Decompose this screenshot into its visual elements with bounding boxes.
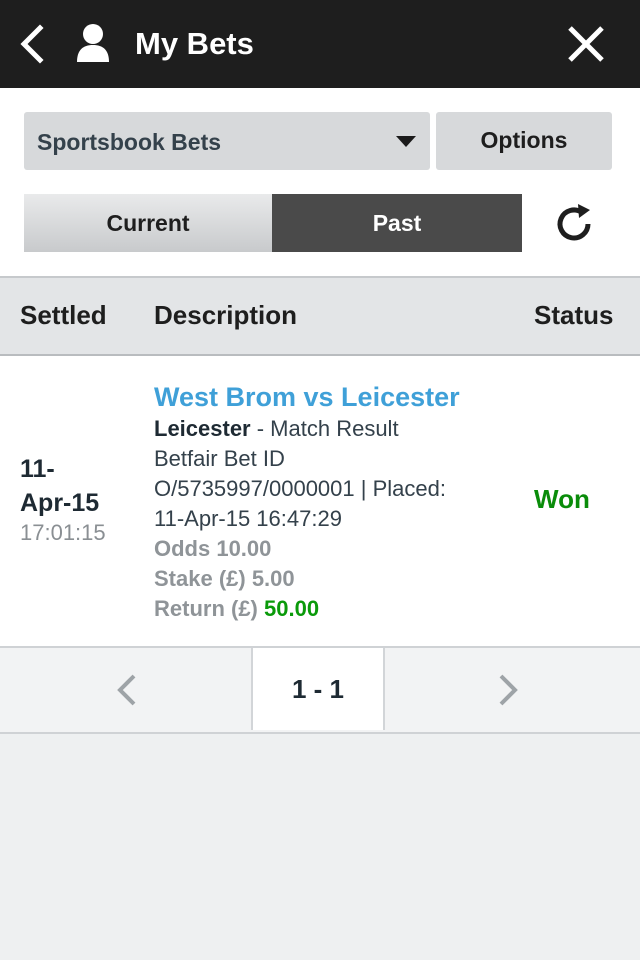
stake: Stake (£) 5.00: [154, 566, 295, 591]
market-name: - Match Result: [250, 416, 399, 441]
next-page-button[interactable]: [383, 648, 640, 730]
refresh-icon: [557, 204, 591, 241]
top-bar: My Bets: [0, 0, 640, 88]
status-badge: Won: [534, 484, 590, 514]
return-line: Return (£) 50.00: [154, 594, 504, 624]
bet-type-select[interactable]: Sportsbook Bets: [24, 112, 430, 170]
column-header-description: Description: [154, 300, 298, 330]
return-label: Return (£): [154, 596, 264, 621]
settled-date-day: 11-: [20, 455, 55, 483]
tab-current[interactable]: Current: [24, 194, 272, 252]
selection-name: Leicester: [154, 416, 251, 441]
placed-datetime: 11-Apr-15 16:47:29: [154, 506, 342, 531]
close-button[interactable]: [560, 18, 612, 70]
refresh-button[interactable]: [548, 198, 600, 250]
bet-description: West Brom vs Leicester Leicester - Match…: [154, 380, 504, 624]
event-link[interactable]: West Brom vs Leicester: [154, 380, 504, 414]
account-button[interactable]: [74, 22, 112, 66]
close-icon: [568, 26, 604, 62]
settled-date-month-year: Apr-15: [20, 489, 100, 517]
column-header-status: Status: [534, 300, 614, 330]
bet-type-selected: Sportsbook Bets: [37, 129, 222, 155]
user-icon: [77, 24, 109, 62]
column-header-settled: Settled: [20, 300, 107, 330]
bet-id-label: Betfair Bet ID: [154, 446, 285, 471]
back-button[interactable]: [14, 20, 54, 68]
chevron-left-icon: [117, 674, 136, 706]
chevron-left-icon: [20, 24, 44, 64]
tab-past[interactable]: Past: [272, 194, 522, 252]
caret-down-icon: [396, 136, 416, 147]
settled-time: 17:01:15: [20, 520, 106, 545]
bet-id-placed: O/5735997/0000001 | Placed:: [154, 476, 446, 501]
page-range: 1 - 1: [253, 648, 383, 730]
filter-controls: Sportsbook Bets Options Current Past: [0, 88, 640, 278]
pagination: 1 - 1: [0, 648, 640, 734]
options-button[interactable]: Options: [436, 112, 612, 170]
page-title: My Bets: [135, 26, 254, 61]
table-row[interactable]: 11- Apr-15 17:01:15 West Brom vs Leicest…: [0, 356, 640, 648]
prev-page-button[interactable]: [0, 648, 253, 730]
table-header: Settled Description Status: [0, 278, 640, 356]
return-value: 50.00: [264, 596, 320, 621]
settled-date: 11- Apr-15: [20, 452, 130, 520]
chevron-right-icon: [499, 674, 518, 706]
odds: Odds 10.00: [154, 536, 272, 561]
selection-line: Leicester - Match Result: [154, 414, 504, 444]
